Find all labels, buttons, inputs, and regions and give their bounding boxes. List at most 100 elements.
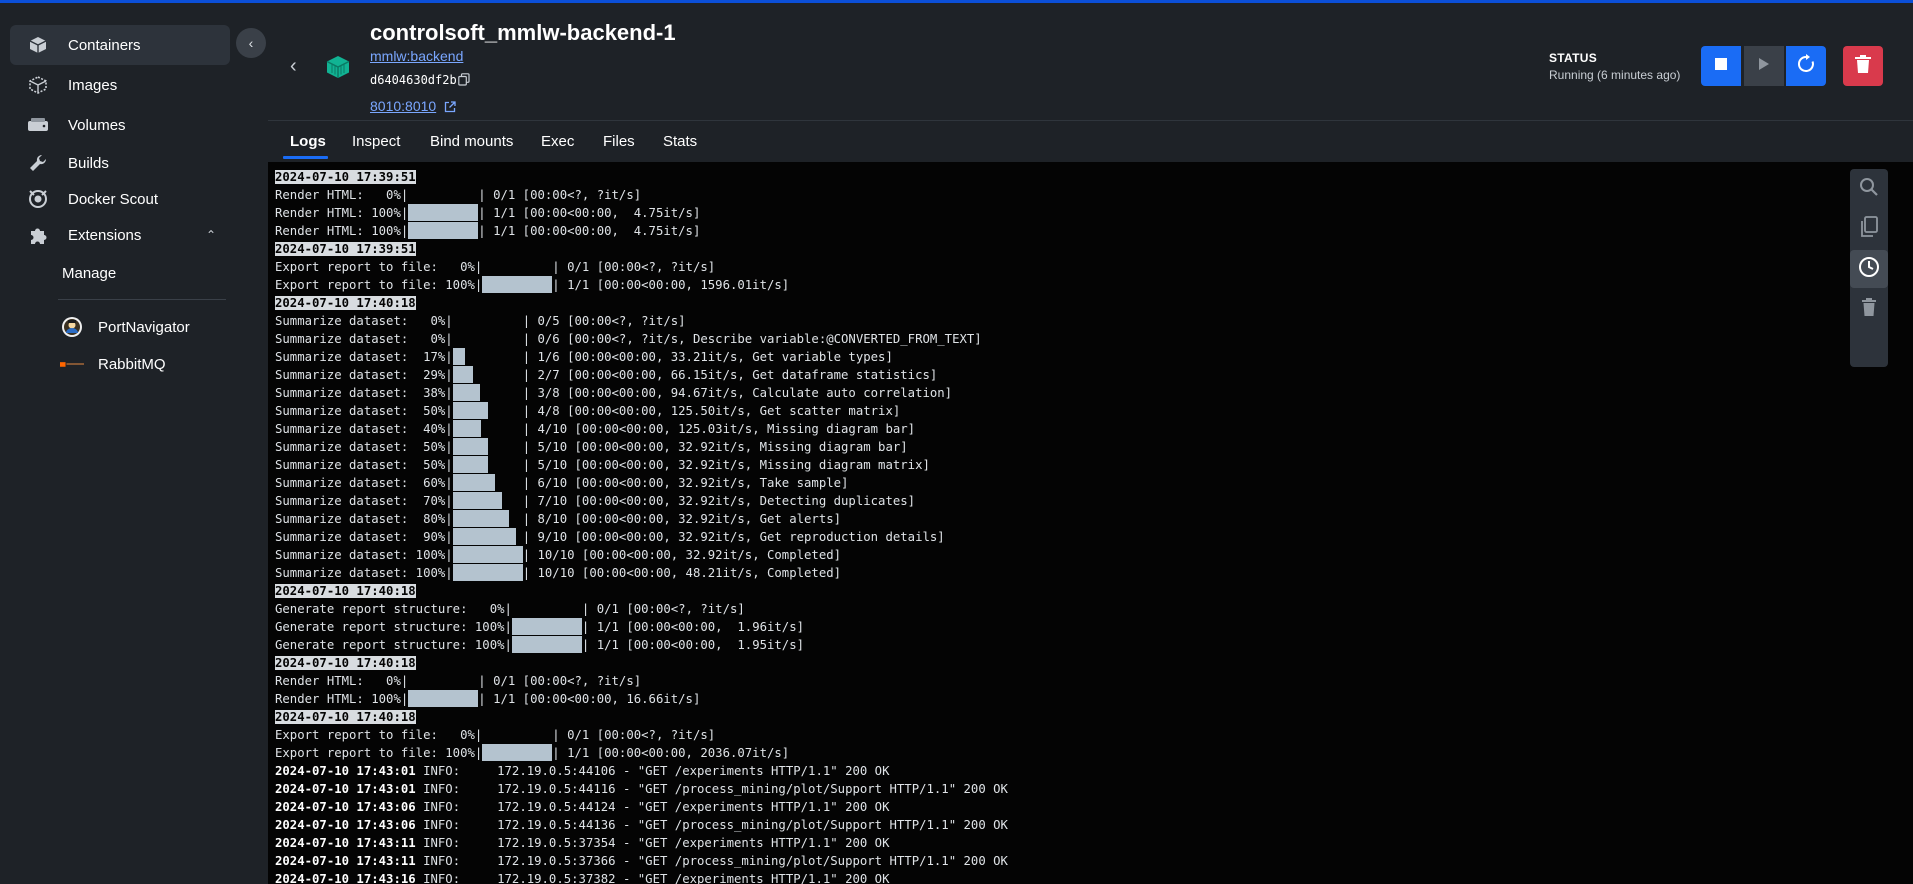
- log-text: | 10/10 [00:00<00:00, 48.21it/s, Complet…: [522, 566, 842, 580]
- log-message: INFO: 172.19.0.5:44106 - "GET /experimen…: [415, 764, 890, 778]
- clear-logs-button[interactable]: [1850, 290, 1888, 328]
- tab-stats[interactable]: Stats: [663, 133, 697, 150]
- progress-bar: [452, 564, 523, 581]
- log-text: | 0/6 [00:00<?, ?it/s, Describe variable…: [522, 332, 982, 346]
- tab-logs[interactable]: Logs: [290, 133, 326, 150]
- sidebar-item-label: Containers: [68, 36, 141, 54]
- log-line: 2024-07-10 17:39:51: [275, 240, 1815, 258]
- log-line: Summarize dataset: 17%| | 1/6 [00:00<00:0…: [275, 348, 1815, 366]
- tab-inspect[interactable]: Inspect: [352, 133, 400, 150]
- log-line: Export report to file: 0%| | 0/1 [00:00<?…: [275, 258, 1815, 276]
- external-link-icon[interactable]: [444, 100, 456, 118]
- log-text: Export report to file: 0%|: [275, 728, 483, 742]
- log-message: INFO: 172.19.0.5:37366 - "GET /process_m…: [415, 854, 1008, 868]
- log-line: Export report to file: 0%| | 0/1 [00:00<?…: [275, 726, 1815, 744]
- log-line: Render HTML: 0%| | 0/1 [00:00<?, ?it/s]: [275, 186, 1815, 204]
- log-text: | 1/1 [00:00<00:00, 2036.07it/s]: [552, 746, 790, 760]
- delete-button[interactable]: [1843, 46, 1883, 86]
- progress-bar: [408, 222, 479, 239]
- log-line: Summarize dataset: 0%| | 0/5 [00:00<?, ?i…: [275, 312, 1815, 330]
- tab-files[interactable]: Files: [603, 133, 635, 150]
- log-line: Summarize dataset: 29%| | 2/7 [00:00<00:0…: [275, 366, 1815, 384]
- log-text: | 1/1 [00:00<00:00, 16.66it/s]: [478, 692, 701, 706]
- toggle-timestamps-button[interactable]: [1850, 250, 1888, 288]
- progress-bar: [482, 258, 552, 275]
- log-text: Summarize dataset: 17%|: [275, 350, 453, 364]
- restart-button[interactable]: [1786, 46, 1826, 86]
- collapse-sidebar-button[interactable]: ‹: [236, 28, 266, 58]
- log-line: Summarize dataset: 60%| | 6/10 [00:00<00:…: [275, 474, 1815, 492]
- copy-logs-button[interactable]: [1850, 210, 1888, 248]
- log-line: 2024-07-10 17:40:18: [275, 294, 1815, 312]
- log-line: Summarize dataset: 100%| | 10/10 [00:00<0…: [275, 546, 1815, 564]
- log-timestamp: 2024-07-10 17:40:18: [275, 584, 416, 598]
- progress-bar: [452, 438, 523, 455]
- log-line: Summarize dataset: 70%| | 7/10 [00:00<00:…: [275, 492, 1815, 510]
- progress-bar-fill: [452, 438, 488, 455]
- sidebar-item-docker-scout[interactable]: Docker Scout: [10, 179, 230, 219]
- status-label: STATUS: [1549, 51, 1598, 65]
- log-line: 2024-07-10 17:40:18: [275, 582, 1815, 600]
- log-line: 2024-07-10 17:43:01 INFO: 172.19.0.5:441…: [275, 762, 1815, 780]
- log-text: | 1/1 [00:00<00:00, 4.75it/s]: [478, 206, 701, 220]
- port-mapping-link[interactable]: 8010:8010: [370, 98, 436, 114]
- stop-icon: [1715, 57, 1727, 75]
- progress-bar: [482, 726, 552, 743]
- extension-item-rabbitmq[interactable]: RabbitMQ: [60, 350, 166, 378]
- log-text: | 0/1 [00:00<?, ?it/s]: [552, 260, 716, 274]
- log-timestamp: 2024-07-10 17:43:01: [275, 764, 416, 778]
- progress-bar: [453, 312, 523, 329]
- progress-bar-fill: [511, 618, 582, 635]
- log-timestamp: 2024-07-10 17:43:11: [275, 854, 416, 868]
- copy-icon: [1859, 215, 1879, 243]
- progress-bar: [408, 204, 479, 221]
- log-line: Summarize dataset: 40%| | 4/10 [00:00<00:…: [275, 420, 1815, 438]
- progress-bar-fill: [452, 384, 480, 401]
- progress-bar-fill: [452, 348, 465, 365]
- log-timestamp: 2024-07-10 17:40:18: [275, 296, 416, 310]
- extensions-manage-link[interactable]: Manage: [62, 265, 116, 282]
- log-line: Render HTML: 100%| | 1/1 [00:00<00:00, 4.…: [275, 222, 1815, 240]
- tab-bind-mounts[interactable]: Bind mounts: [430, 133, 513, 150]
- sidebar-item-volumes[interactable]: Volumes: [10, 105, 230, 145]
- log-timestamp: 2024-07-10 17:40:18: [275, 656, 416, 670]
- progress-bar: [452, 492, 523, 509]
- extension-item-label: PortNavigator: [98, 318, 190, 336]
- copy-icon[interactable]: [458, 73, 470, 91]
- log-text: | 1/1 [00:00<00:00, 1.96it/s]: [581, 620, 805, 634]
- log-message: INFO: 172.19.0.5:44124 - "GET /experimen…: [415, 800, 890, 814]
- sidebar-item-extensions[interactable]: Extensions ⌃: [10, 215, 230, 255]
- log-text: Render HTML: 0%|: [275, 188, 409, 202]
- sidebar-item-label: Images: [68, 76, 118, 94]
- log-panel[interactable]: 2024-07-10 17:39:51 Render HTML: 0%| | 0/1…: [268, 162, 1913, 884]
- log-text: Summarize dataset: 0%|: [275, 314, 453, 328]
- start-button[interactable]: [1744, 46, 1784, 86]
- sidebar-item-images[interactable]: Images: [10, 65, 230, 105]
- progress-bar-fill: [408, 690, 479, 707]
- tab-exec[interactable]: Exec: [541, 133, 574, 150]
- log-line: Summarize dataset: 0%| | 0/6 [00:00<?, ?i…: [275, 330, 1815, 348]
- extension-item-portnavigator[interactable]: PortNavigator: [60, 313, 190, 341]
- container-icon: [26, 33, 50, 57]
- log-line: 2024-07-10 17:43:01 INFO: 172.19.0.5:441…: [275, 780, 1815, 798]
- progress-bar-fill: [482, 276, 553, 293]
- log-timestamp: 2024-07-10 17:40:18: [275, 710, 416, 724]
- log-text: Summarize dataset: 100%|: [275, 566, 453, 580]
- progress-bar-fill: [452, 402, 488, 419]
- back-icon[interactable]: ‹: [290, 55, 297, 78]
- builds-icon: [26, 151, 50, 175]
- log-line: 2024-07-10 17:43:11 INFO: 172.19.0.5:373…: [275, 852, 1815, 870]
- search-logs-button[interactable]: [1850, 170, 1888, 208]
- log-text: | 7/10 [00:00<00:00, 32.92it/s, Detectin…: [522, 494, 916, 508]
- log-text: Render HTML: 100%|: [275, 206, 409, 220]
- sidebar-item-builds[interactable]: Builds: [10, 143, 230, 183]
- progress-bar: [452, 456, 523, 473]
- log-timestamp: 2024-07-10 17:39:51: [275, 170, 416, 184]
- chevron-up-icon[interactable]: ⌃: [206, 228, 216, 242]
- progress-bar: [453, 330, 523, 347]
- sidebar-item-containers[interactable]: Containers: [10, 25, 230, 65]
- container-image-link[interactable]: mmlw:backend: [370, 48, 463, 64]
- progress-bar: [452, 420, 523, 437]
- stop-button[interactable]: [1701, 46, 1741, 86]
- rabbitmq-icon: [60, 352, 84, 376]
